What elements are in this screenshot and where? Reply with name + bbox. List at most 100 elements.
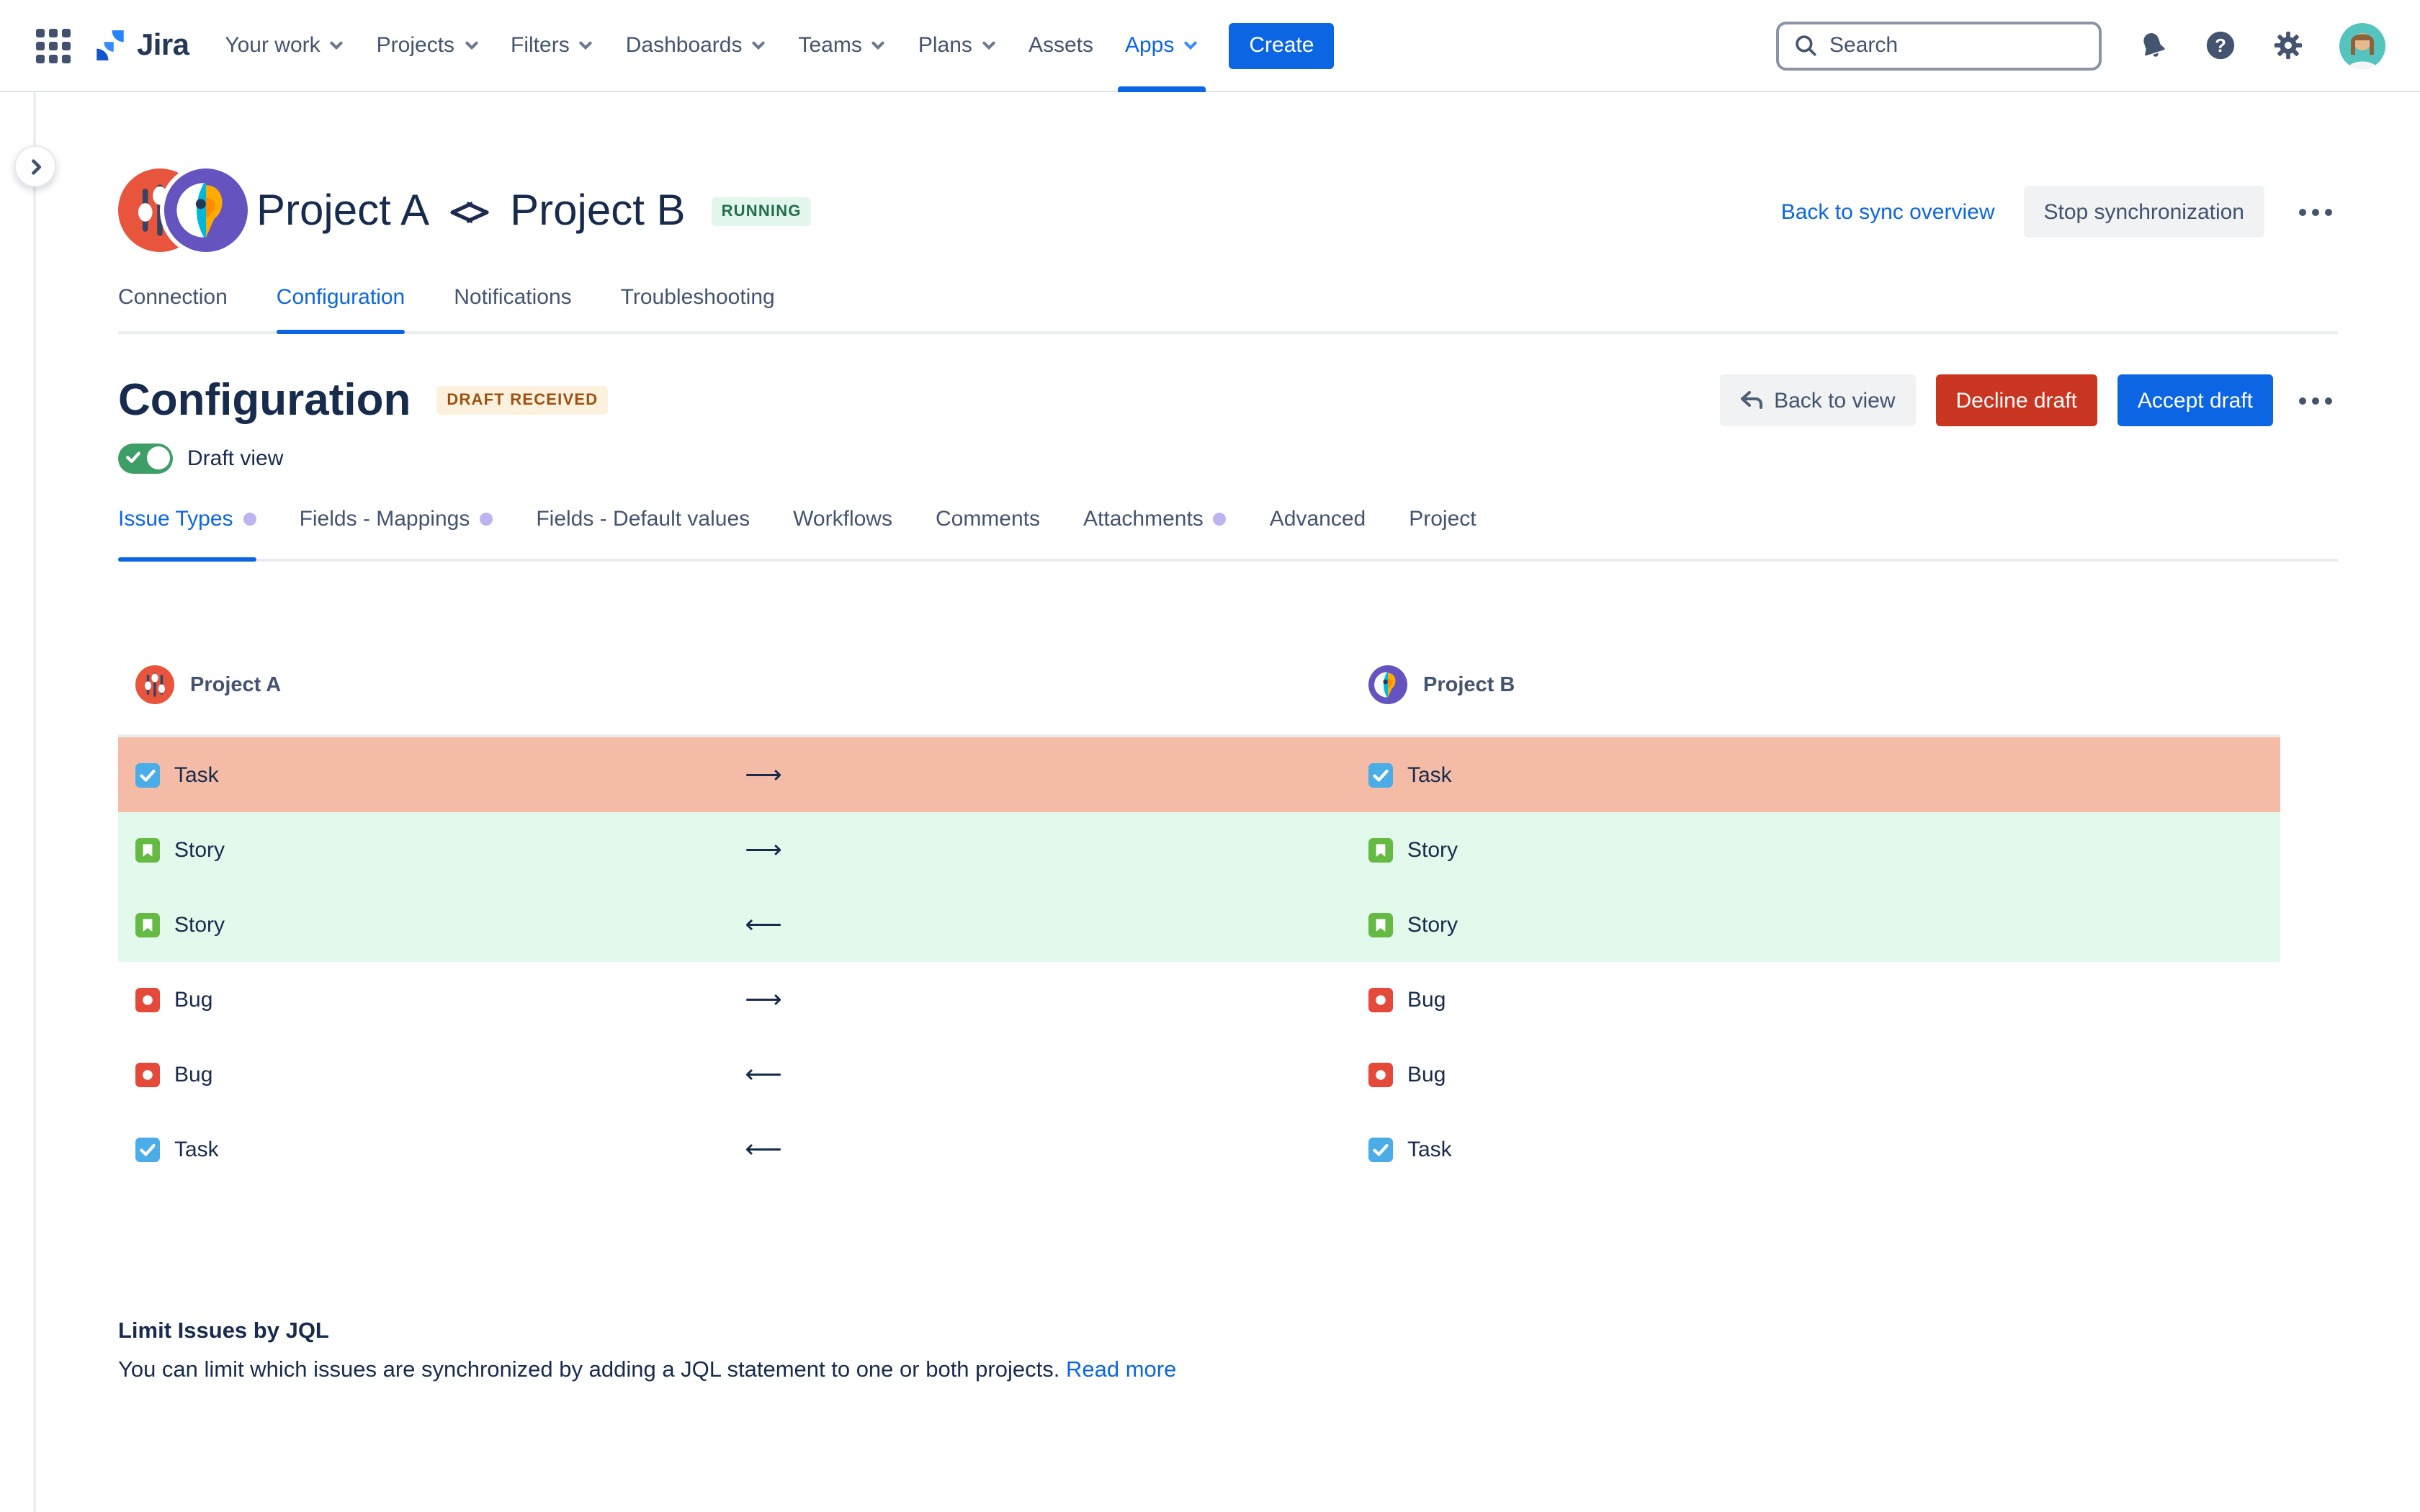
chevron-down-icon [463, 37, 479, 53]
jql-section-heading: Limit Issues by JQL [118, 1319, 2135, 1345]
subtab-workflows[interactable]: Workflows [793, 507, 892, 559]
back-to-sync-overview-link[interactable]: Back to sync overview [1781, 199, 1995, 224]
mapping-row[interactable]: Story ⟶ Story [118, 812, 2280, 887]
search-input[interactable]: Search [1776, 21, 2102, 70]
subtab-fields-mappings[interactable]: Fields - Mappings [300, 507, 493, 559]
chevron-down-icon [981, 37, 997, 53]
draft-view-toggle-row: Draft view [118, 442, 283, 474]
project-a-name: Project A [256, 187, 429, 236]
return-arrow-icon [1739, 390, 1762, 410]
search-placeholder: Search [1829, 33, 1898, 58]
user-avatar[interactable] [2339, 22, 2385, 68]
nav-right-cluster: Search ? [1776, 21, 2385, 70]
nav-item-your-work[interactable]: Your work [209, 0, 360, 91]
chevron-down-icon [751, 37, 767, 53]
read-more-link[interactable]: Read more [1066, 1358, 1176, 1382]
subtab-fields-default-values[interactable]: Fields - Default values [536, 507, 750, 559]
nav-item-plans[interactable]: Plans [902, 0, 1013, 91]
running-status-badge: RUNNING [712, 197, 812, 226]
jql-section-body: You can limit which issues are synchroni… [118, 1358, 2135, 1384]
mapping-column-headers: Project A Project B [118, 665, 2280, 714]
task-type-icon [135, 1137, 160, 1161]
active-nav-underline [1118, 86, 1206, 91]
tab-configuration[interactable]: Configuration [277, 285, 405, 331]
project-a-column-header: Project A [135, 665, 281, 704]
decline-draft-button[interactable]: Decline draft [1935, 374, 2097, 426]
sync-tabs: Connection Configuration Notifications T… [118, 285, 2338, 334]
tab-notifications[interactable]: Notifications [454, 285, 571, 331]
nav-item-dashboards[interactable]: Dashboards [610, 0, 783, 91]
sync-header-actions: Back to sync overview Stop synchronizati… [1781, 186, 2338, 238]
change-indicator-dot [1214, 513, 1227, 526]
tab-troubleshooting[interactable]: Troubleshooting [621, 285, 775, 331]
bug-type-icon [135, 1062, 160, 1086]
configuration-actions: Back to view Decline draft Accept draft [1719, 374, 2338, 426]
tab-connection[interactable]: Connection [118, 285, 228, 331]
project-b-icon [1368, 665, 1407, 704]
mapping-row[interactable]: Bug ⟵ Bug [118, 1037, 2280, 1112]
subtab-advanced[interactable]: Advanced [1270, 507, 1366, 559]
stop-synchronization-button[interactable]: Stop synchronization [2024, 186, 2265, 238]
project-avatar-pair [118, 167, 245, 256]
nav-item-apps[interactable]: Apps [1109, 0, 1214, 91]
draft-view-label: Draft view [187, 446, 283, 470]
jira-logo-text: Jira [137, 28, 189, 63]
subtab-comments[interactable]: Comments [936, 507, 1040, 559]
draft-view-toggle[interactable] [118, 443, 173, 473]
project-b-avatar [160, 164, 252, 256]
nav-item-teams[interactable]: Teams [783, 0, 902, 91]
mapping-row[interactable]: Story ⟵ Story [118, 887, 2280, 962]
mapping-row[interactable]: Task ⟶ Task [118, 737, 2280, 812]
task-type-icon [1368, 1137, 1393, 1161]
sync-direction-arrow: ⟵ [738, 909, 789, 940]
bug-type-icon [1368, 1062, 1393, 1086]
subtab-attachments[interactable]: Attachments [1083, 507, 1227, 559]
help-icon[interactable]: ? [2204, 29, 2237, 62]
jira-logo[interactable]: Jira [92, 27, 189, 63]
change-indicator-dot [243, 513, 256, 526]
back-to-view-button[interactable]: Back to view [1719, 374, 1915, 426]
more-config-actions-button[interactable] [2293, 388, 2338, 413]
sidebar-divider [33, 92, 36, 1512]
settings-gear-icon[interactable] [2272, 29, 2305, 62]
svg-text:?: ? [2215, 36, 2226, 56]
issue-type-mapping-table: Task ⟶ Task Story ⟶ Story Story [118, 734, 2280, 1187]
nav-item-filters[interactable]: Filters [495, 0, 610, 91]
story-type-icon [135, 837, 160, 862]
sync-diamond-icon [448, 199, 491, 224]
nav-item-assets[interactable]: Assets [1013, 0, 1109, 91]
create-button[interactable]: Create [1229, 22, 1334, 68]
subtab-issue-types[interactable]: Issue Types [118, 507, 256, 559]
change-indicator-dot [480, 513, 493, 526]
chevron-down-icon [578, 37, 594, 53]
mapping-row[interactable]: Task ⟵ Task [118, 1112, 2280, 1187]
app-switcher-icon[interactable] [35, 27, 72, 64]
sync-direction-arrow: ⟶ [738, 834, 789, 865]
chevron-right-icon [27, 158, 44, 175]
jira-sync-configuration-page: Jira Your work Projects Filters Dashboar… [0, 0, 2420, 1512]
bug-type-icon [1368, 987, 1393, 1012]
sidebar-expand-button[interactable] [14, 145, 56, 187]
notifications-bell-icon[interactable] [2136, 29, 2169, 62]
check-icon [125, 449, 141, 464]
task-type-icon [135, 762, 160, 787]
accept-draft-button[interactable]: Accept draft [2118, 374, 2273, 426]
nav-item-projects[interactable]: Projects [361, 0, 495, 91]
nav-menu: Your work Projects Filters Dashboards Te… [209, 0, 1214, 91]
more-actions-button[interactable] [2293, 199, 2338, 224]
mapping-row[interactable]: Bug ⟶ Bug [118, 962, 2280, 1037]
draft-received-badge: DRAFT RECEIVED [436, 386, 608, 415]
configuration-subtabs: Issue Types Fields - Mappings Fields - D… [118, 507, 2338, 562]
chevron-down-icon [871, 37, 887, 53]
bug-type-icon [135, 987, 160, 1012]
chevron-down-icon [329, 37, 345, 53]
sync-direction-arrow: ⟵ [738, 1134, 789, 1164]
search-icon [1793, 33, 1818, 58]
page-title: Configuration [118, 374, 411, 426]
subtab-project[interactable]: Project [1409, 507, 1476, 559]
chevron-down-icon [1183, 37, 1198, 53]
project-b-column-header: Project B [1368, 665, 1515, 704]
sync-direction-arrow: ⟶ [738, 760, 789, 790]
sync-header: Project A Project B RUNNING Back to sync… [118, 167, 2338, 256]
story-type-icon [1368, 912, 1393, 937]
